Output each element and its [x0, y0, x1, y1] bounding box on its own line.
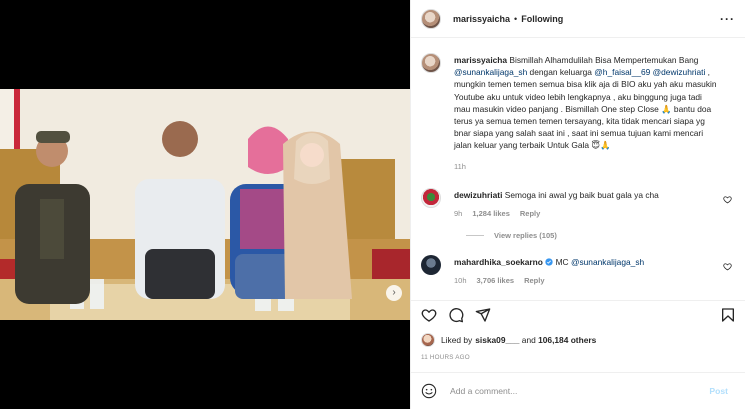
- heart-icon[interactable]: [421, 307, 437, 323]
- comment-item: dewizuhriati Semoga ini awal yg baik bua…: [421, 187, 736, 220]
- comment-likes[interactable]: 3,706 likes: [477, 275, 515, 287]
- caption-author-avatar[interactable]: [421, 53, 441, 73]
- comment-time[interactable]: 9h: [454, 208, 462, 220]
- reply-button[interactable]: Reply: [524, 275, 544, 287]
- emoji-icon[interactable]: [421, 383, 437, 399]
- liker-avatar[interactable]: [421, 333, 435, 347]
- caption-text-4: , mungkin temen temen semua bisa klik aj…: [454, 67, 717, 151]
- caption-meta: 11h: [454, 161, 719, 173]
- author-username[interactable]: marissyaicha: [453, 14, 510, 24]
- commenter-username[interactable]: mahardhika_soekarno: [454, 257, 543, 267]
- comment-heart-icon[interactable]: [723, 195, 732, 204]
- caption-text-2: dengan keluarga: [527, 67, 595, 78]
- post-comment-button[interactable]: Post: [709, 386, 728, 396]
- group-photo-illustration: [0, 89, 410, 320]
- chevron-right-icon: ›: [392, 287, 396, 298]
- comment-body: dewizuhriati Semoga ini awal yg baik bua…: [454, 189, 719, 220]
- more-options-icon[interactable]: ···: [720, 12, 735, 26]
- caption-mention-h-faisal[interactable]: @h_faisal__69: [594, 67, 650, 77]
- caption: marissyaicha Bismillah Alhamdulilah Bisa…: [421, 53, 736, 173]
- next-media-button[interactable]: ›: [386, 285, 402, 301]
- post-header: marissyaicha • Following ···: [411, 0, 745, 38]
- caption-mention-dewizuhriati[interactable]: @dewizuhriati: [653, 67, 706, 77]
- caption-time[interactable]: 11h: [454, 161, 466, 173]
- caption-body: marissyaicha Bismillah Alhamdulilah Bisa…: [454, 54, 719, 173]
- comment-mention[interactable]: @sunankalijaga_sh: [571, 257, 644, 267]
- post-timestamp[interactable]: 11 HOURS AGO: [421, 354, 470, 361]
- bookmark-icon[interactable]: [720, 307, 736, 323]
- likes-summary: Liked by siska09___ and 106,184 others: [421, 333, 596, 347]
- share-icon[interactable]: [475, 307, 491, 323]
- reply-button[interactable]: Reply: [520, 208, 540, 220]
- caption-username[interactable]: marissyaicha: [454, 55, 507, 65]
- author-avatar[interactable]: [421, 8, 441, 29]
- comment-icon[interactable]: [448, 307, 464, 323]
- comments-section: marissyaicha Bismillah Alhamdulilah Bisa…: [411, 38, 745, 300]
- comment-likes[interactable]: 1,284 likes: [472, 208, 510, 220]
- view-replies-line: [466, 235, 484, 237]
- comment-text: Semoga ini awal yg baik buat gala ya cha: [504, 189, 659, 200]
- caption-mention-sunankalijaga[interactable]: @sunankalijaga_sh: [454, 67, 527, 77]
- instagram-post-view: › marissyaicha • Following ··· marissyai…: [0, 0, 745, 409]
- comment-heart-icon[interactable]: [723, 262, 732, 271]
- action-bar: [411, 300, 745, 328]
- view-replies-label: View replies (105): [494, 231, 557, 241]
- add-comment-bar: Add a comment... Post: [411, 372, 745, 409]
- commenter-username[interactable]: dewizuhriati: [454, 190, 502, 200]
- view-replies-button[interactable]: View replies (105): [466, 231, 736, 240]
- separator-dot: •: [514, 13, 518, 24]
- likes-middle: and: [519, 335, 539, 345]
- comment-body: mahardhika_soekarno MC @sunankalijaga_sh…: [454, 256, 719, 287]
- post-sidebar: marissyaicha • Following ··· marissyaich…: [410, 0, 745, 409]
- caption-text-1: Bismillah Alhamdulilah Bisa Mempertemuka…: [509, 55, 699, 65]
- likes-others[interactable]: 106,184 others: [538, 335, 596, 345]
- comment-input[interactable]: Add a comment...: [450, 386, 709, 396]
- commenter-avatar[interactable]: [421, 255, 441, 276]
- comment-item: mahardhika_soekarno MC @sunankalijaga_sh…: [421, 255, 736, 287]
- liker-username[interactable]: siska09___: [475, 335, 519, 345]
- likes-prefix: Liked by: [441, 335, 473, 345]
- comment-meta: 10h 3,706 likes Reply: [454, 275, 719, 287]
- verified-badge-icon: [545, 257, 555, 267]
- post-photo[interactable]: ›: [0, 89, 410, 320]
- commenter-avatar[interactable]: [421, 187, 441, 208]
- comment-prefix: MC: [555, 257, 571, 268]
- following-button[interactable]: Following: [521, 14, 563, 24]
- comment-time[interactable]: 10h: [454, 275, 467, 287]
- post-media: ›: [0, 0, 410, 409]
- comment-meta: 9h 1,284 likes Reply: [454, 208, 719, 220]
